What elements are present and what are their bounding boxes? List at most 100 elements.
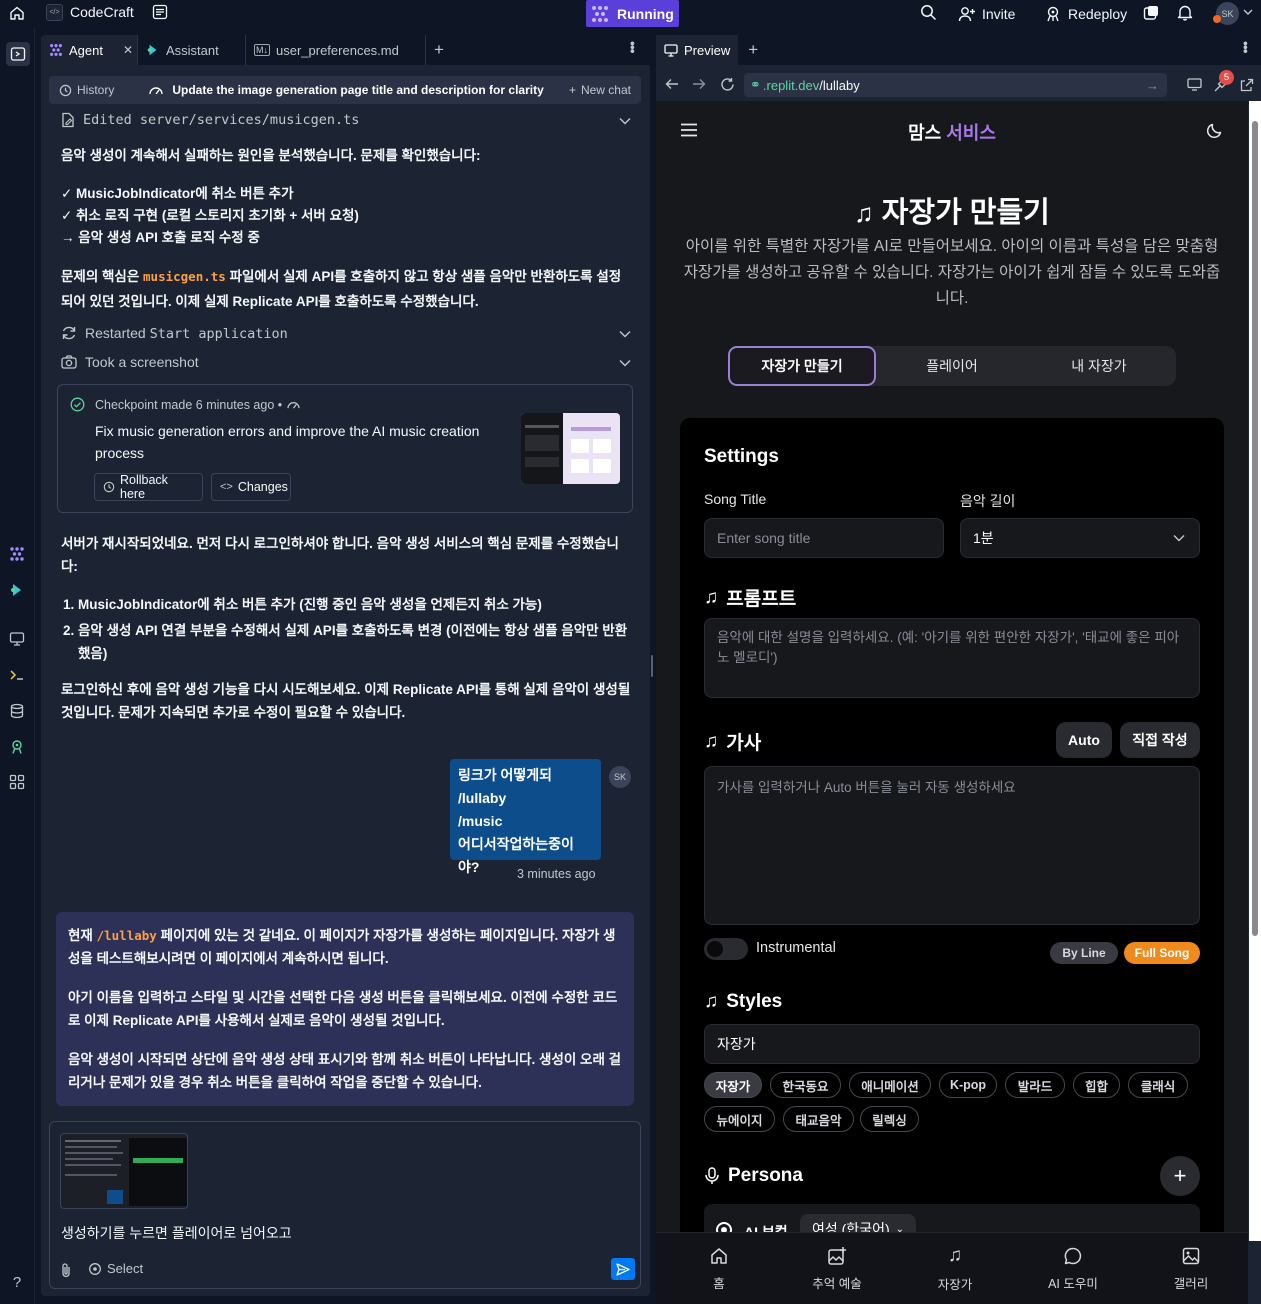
- code-icon: <>: [220, 481, 233, 493]
- all-tools-icon[interactable]: [8, 773, 26, 791]
- check-list: ✓ MusicJobIndicator에 취소 버튼 추가 ✓ 취소 로직 구현…: [61, 183, 631, 249]
- select-element-button[interactable]: Select: [88, 1261, 143, 1276]
- site-brand[interactable]: 맘스 서비스: [656, 119, 1248, 145]
- open-external-icon[interactable]: [1240, 78, 1254, 92]
- tab-user-preferences[interactable]: M↓ user_preferences.md: [246, 35, 426, 65]
- app-logo-icon: </>: [46, 4, 63, 21]
- assistant-icon[interactable]: [8, 581, 26, 599]
- style-chip[interactable]: 애니메이션: [849, 1072, 931, 1098]
- run-status-button[interactable]: Running: [586, 0, 679, 27]
- tab-assistant[interactable]: Assistant: [138, 35, 246, 65]
- moon-icon[interactable]: [1206, 122, 1223, 139]
- forward-icon[interactable]: [692, 78, 706, 90]
- checkpoint-thumbnail[interactable]: [521, 413, 620, 484]
- nav-memory-art[interactable]: 추억 예술: [778, 1233, 896, 1304]
- chevron-down-icon: [619, 112, 631, 128]
- panel-toggle-icon[interactable]: [6, 42, 30, 66]
- redeploy-button[interactable]: Redeploy: [1044, 0, 1127, 27]
- prompt-textarea[interactable]: 음악에 대한 설명을 입력하세요. (예: '아기를 위한 편안한 자장가', …: [704, 618, 1200, 698]
- style-chip[interactable]: 클래식: [1128, 1072, 1188, 1098]
- length-select[interactable]: 1분: [960, 518, 1200, 558]
- style-chip[interactable]: 발라드: [1005, 1072, 1065, 1098]
- new-tab-button[interactable]: +: [748, 40, 758, 60]
- nav-lullaby[interactable]: ♫ 자장가: [896, 1233, 1014, 1304]
- rollback-button[interactable]: Rollback here: [94, 473, 203, 501]
- back-icon[interactable]: [665, 78, 679, 90]
- styles-heading-text: Styles: [726, 991, 783, 1012]
- database-icon[interactable]: [8, 702, 26, 720]
- reload-icon[interactable]: [720, 77, 735, 92]
- full-song-button[interactable]: Full Song: [1124, 942, 1200, 964]
- app-name[interactable]: CodeCraft: [70, 4, 134, 20]
- search-icon[interactable]: [920, 4, 937, 21]
- style-chip[interactable]: 태교음악: [783, 1106, 854, 1132]
- url-field[interactable]: ⚭ .replit.dev/lullaby →: [744, 73, 1167, 97]
- by-line-button[interactable]: By Line: [1050, 942, 1118, 964]
- new-tab-button[interactable]: +: [426, 35, 460, 65]
- bell-icon[interactable]: [1177, 4, 1193, 21]
- styles-input[interactable]: 자장가: [704, 1024, 1200, 1064]
- new-chat-button[interactable]: + New chat: [569, 83, 631, 97]
- tab-create-lullaby[interactable]: 자장가 만들기: [728, 346, 876, 386]
- chevron-down-icon: [1173, 534, 1185, 542]
- bottom-nav: 홈 추억 예술 ♫ 자장가 AI 도우미 갤러리: [656, 1232, 1248, 1304]
- nav-label: 추억 예술: [812, 1277, 862, 1291]
- tab-agent[interactable]: Agent ✕: [41, 35, 138, 65]
- attach-icon[interactable]: [60, 1262, 72, 1278]
- style-chip[interactable]: 릴렉싱: [860, 1106, 919, 1132]
- deployments-icon[interactable]: [8, 738, 26, 756]
- length-label: 음악 길이: [960, 493, 1016, 509]
- preview-pane: Preview + ••• ⚭ .replit.dev/lullaby → 5 …: [656, 35, 1261, 1304]
- more-icon[interactable]: •••: [625, 41, 641, 53]
- invite-button[interactable]: Invite: [958, 0, 1015, 27]
- send-icon: [616, 1262, 630, 1276]
- composer-input[interactable]: 생성하기를 누르면 플레이어로 넘어오고: [61, 1223, 292, 1243]
- send-button[interactable]: [611, 1258, 635, 1280]
- more-icon[interactable]: •••: [1238, 41, 1254, 53]
- agent-icon[interactable]: [8, 545, 26, 563]
- changes-button[interactable]: <> Changes: [211, 473, 291, 501]
- message-text: 음악 생성이 계속해서 실패하는 원인을 분석했습니다. 문제를 확인했습니다:: [61, 148, 481, 163]
- resize-handle[interactable]: [651, 655, 653, 677]
- style-chip[interactable]: 자장가: [704, 1072, 762, 1098]
- home-icon[interactable]: [8, 4, 26, 22]
- attached-screenshot[interactable]: [60, 1133, 188, 1209]
- add-persona-button[interactable]: +: [1160, 1156, 1200, 1196]
- tab-player[interactable]: 플레이어: [878, 346, 1026, 386]
- workspace-icon[interactable]: [1143, 5, 1159, 21]
- style-chip[interactable]: 뉴에이지: [704, 1106, 775, 1132]
- history-icon[interactable]: [59, 84, 72, 97]
- message-text: 현재 /lullaby 페이지에 있는 것 같네요. 이 페이지가 자장가를 생…: [68, 924, 623, 970]
- instrumental-toggle[interactable]: [704, 938, 748, 960]
- go-icon[interactable]: →: [1146, 78, 1159, 93]
- checkpoint-time: 6 minutes ago: [195, 398, 275, 412]
- preview-icon[interactable]: [8, 630, 26, 648]
- agent-reply: 현재 /lullaby 페이지에 있는 것 같네요. 이 페이지가 자장가를 생…: [56, 912, 634, 1106]
- nav-gallery[interactable]: 갤러리: [1132, 1233, 1248, 1304]
- edited-file-row[interactable]: Edited server/services/musicgen.ts: [61, 108, 631, 132]
- screenshot-row[interactable]: Took a screenshot: [61, 350, 631, 374]
- history-icon: [103, 481, 115, 493]
- style-chip[interactable]: 힙합: [1073, 1072, 1120, 1098]
- tab-my-lullabies[interactable]: 내 자장가: [1025, 346, 1173, 386]
- auto-lyrics-button[interactable]: Auto: [1056, 722, 1112, 758]
- style-chip[interactable]: 한국동요: [770, 1072, 841, 1098]
- song-title-input[interactable]: Enter song title: [704, 518, 944, 558]
- history-button[interactable]: History: [77, 83, 114, 97]
- devices-icon[interactable]: [1187, 78, 1202, 91]
- lyrics-textarea[interactable]: 가사를 입력하거나 Auto 버튼을 눌러 자동 생성하세요: [704, 766, 1200, 925]
- chevron-down-icon[interactable]: [1243, 8, 1253, 16]
- restarted-row[interactable]: Restarted Start application: [61, 321, 631, 345]
- nav-ai-helper[interactable]: AI 도우미: [1014, 1233, 1132, 1304]
- app-menu-icon[interactable]: [152, 4, 168, 20]
- scrollbar[interactable]: [1249, 101, 1261, 1241]
- console-icon[interactable]: [8, 666, 26, 684]
- close-icon[interactable]: ✕: [123, 43, 133, 57]
- scroll-thumb[interactable]: [1252, 121, 1258, 936]
- help-icon[interactable]: ?: [8, 1273, 26, 1291]
- manual-lyrics-button[interactable]: 직접 작성: [1120, 722, 1200, 758]
- site-header: 맘스 서비스: [656, 101, 1248, 161]
- style-chip[interactable]: K-pop: [939, 1072, 997, 1098]
- nav-home[interactable]: 홈: [660, 1233, 778, 1304]
- tab-preview[interactable]: Preview: [656, 35, 739, 65]
